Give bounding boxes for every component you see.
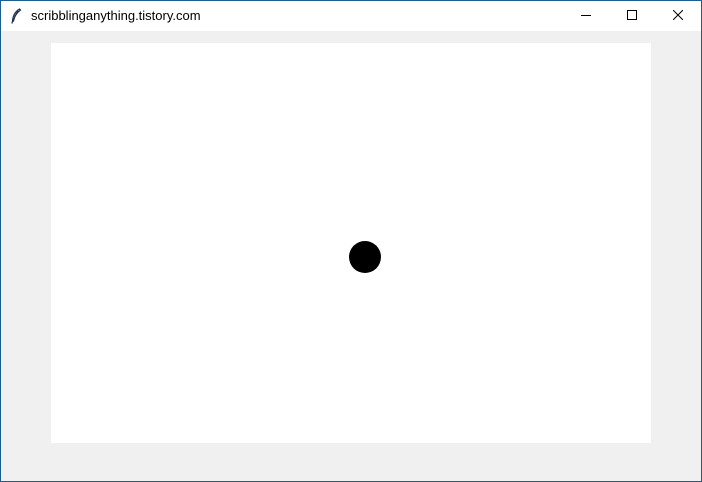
black-circle: [349, 241, 381, 273]
minimize-button[interactable]: [563, 1, 609, 31]
feather-icon: [1, 1, 31, 31]
caption-buttons: [563, 1, 701, 31]
close-button[interactable]: [655, 1, 701, 31]
maximize-button[interactable]: [609, 1, 655, 31]
maximize-icon: [627, 7, 637, 25]
drawing-canvas[interactable]: [51, 43, 651, 443]
window-title: scribblinganything.tistory.com: [31, 8, 201, 23]
app-window: scribblinganything.tistory.com: [0, 0, 702, 482]
minimize-icon: [581, 7, 591, 25]
close-icon: [672, 7, 684, 25]
title-bar[interactable]: scribblinganything.tistory.com: [1, 1, 701, 31]
